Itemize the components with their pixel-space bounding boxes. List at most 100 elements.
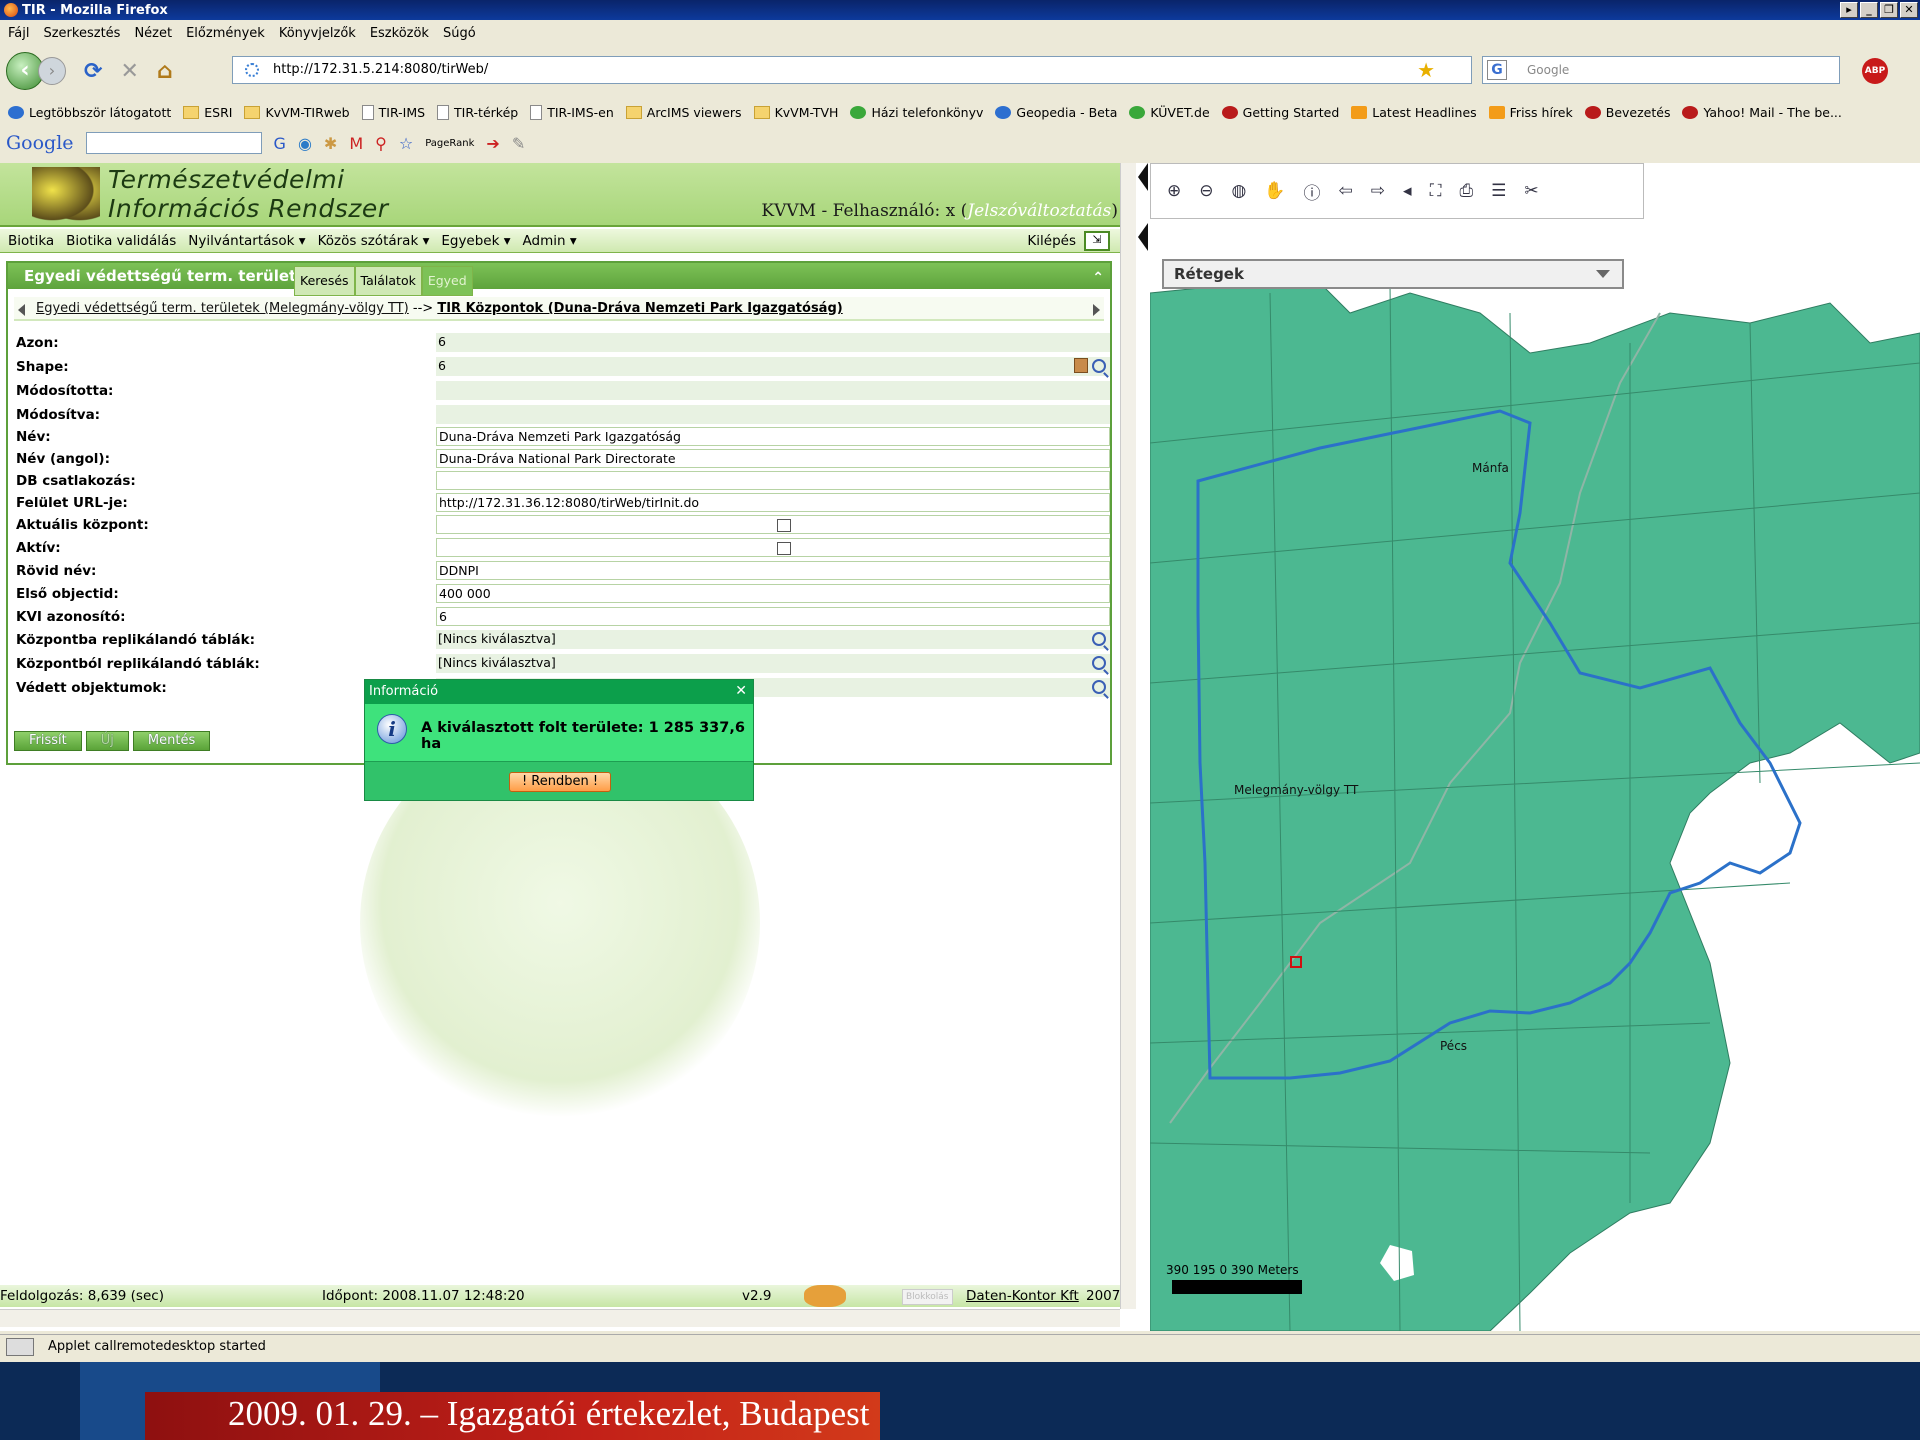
zoom-icon[interactable] (1092, 359, 1106, 373)
short-name-input[interactable]: DDNPI (436, 561, 1110, 580)
new-button[interactable]: Új (85, 731, 129, 751)
tab-item[interactable]: Egyed (421, 266, 473, 296)
collapse-left-icon[interactable] (1138, 223, 1148, 251)
adblock-icon[interactable]: ABP (1862, 58, 1888, 84)
measure-icon[interactable]: ✂ (1524, 181, 1538, 201)
search-input[interactable]: G Google (1482, 56, 1840, 84)
reload-icon[interactable]: ⟳ (84, 59, 102, 84)
refresh-button[interactable]: Frissít (14, 731, 82, 751)
stop-icon[interactable]: ✕ (120, 59, 138, 84)
layers-icon[interactable]: ☰ (1491, 181, 1506, 201)
maximize-button[interactable]: ❐ (1880, 2, 1898, 18)
bookmark-item[interactable]: Friss hírek (1488, 105, 1573, 120)
bookmark-item[interactable]: Bevezetés (1584, 105, 1670, 120)
change-password-link[interactable]: Jelszóváltoztatás (967, 201, 1111, 221)
map-pin-icon[interactable]: ⚲ (375, 134, 387, 153)
google-search-icon[interactable]: G (274, 134, 286, 153)
menu-history[interactable]: Előzmények (186, 26, 265, 41)
gmail-icon[interactable]: M (349, 134, 363, 153)
breadcrumb-current[interactable]: TIR Központok (Duna-Dráva Nemzeti Park I… (437, 301, 842, 316)
tab-search[interactable]: Keresés (294, 266, 355, 296)
tab-results[interactable]: Találatok (354, 266, 422, 296)
bookmark-item[interactable]: Yahoo! Mail - The be... (1682, 105, 1842, 120)
zoom-out-icon[interactable]: ⊖ (1199, 181, 1213, 201)
bookmark-folder[interactable]: KvVM-TVH (753, 105, 838, 120)
nav-biotika[interactable]: Biotika (8, 233, 54, 249)
chevron-down-icon[interactable] (1596, 270, 1610, 278)
prev-arrow-icon[interactable] (18, 304, 25, 316)
minimize-button[interactable]: _ (1860, 2, 1878, 18)
url-input[interactable]: http://172.31.5.214:8080/tirWeb/ ★ (232, 56, 1472, 84)
close-icon[interactable]: ✕ (735, 683, 747, 699)
menu-edit[interactable]: Szerkesztés (43, 26, 120, 41)
collapse-icon[interactable]: ⌃ (1092, 265, 1104, 291)
bookmark-item[interactable]: Getting Started (1221, 105, 1339, 120)
bookmark-item[interactable]: TIR-térkép (437, 104, 518, 120)
restore-button[interactable]: ▸ (1840, 2, 1858, 18)
bookmark-item[interactable]: Legtöbbször látogatott (8, 105, 171, 120)
kvi-id-input[interactable]: 6 (436, 607, 1110, 626)
google-search-input[interactable] (85, 132, 262, 154)
previous-icon[interactable]: ◂ (1403, 181, 1412, 201)
save-button[interactable]: Mentés (132, 731, 211, 751)
nav-admin[interactable]: Admin ▾ (523, 233, 577, 249)
bookmark-folder[interactable]: ArcIMS viewers (625, 105, 742, 120)
home-icon[interactable]: ⌂ (157, 59, 173, 84)
select-box-icon[interactable]: ⛶ (1430, 181, 1442, 201)
bookmark-item[interactable]: Geopedia - Beta (995, 105, 1117, 120)
company-link[interactable]: Daten-Kontor Kft (966, 1285, 1079, 1307)
bookmark-item[interactable]: TIR-IMS-en (530, 104, 614, 120)
db-connection-input[interactable] (436, 471, 1110, 490)
search-icon[interactable] (1092, 680, 1106, 694)
horizontal-scrollbar[interactable] (0, 1309, 1120, 1327)
send-to-icon[interactable]: ➔ (486, 134, 499, 153)
current-center-checkbox[interactable] (777, 519, 791, 532)
bookmark-folder[interactable]: ESRI (183, 105, 232, 120)
menu-tools[interactable]: Eszközök (370, 26, 429, 41)
menu-help[interactable]: Súgó (443, 26, 476, 41)
layers-dropdown[interactable]: Rétegek (1162, 259, 1624, 289)
pan-hand-icon[interactable]: ✋ (1264, 181, 1285, 201)
zoom-in-icon[interactable]: ⊕ (1167, 181, 1181, 201)
logout-link[interactable]: Kilépés (1027, 233, 1076, 249)
identify-icon[interactable]: ⓘ (1304, 179, 1321, 204)
active-checkbox[interactable] (777, 542, 791, 555)
print-icon[interactable]: ⎙ (1459, 181, 1473, 201)
search-engine-icon[interactable]: G (1487, 60, 1507, 80)
url-field[interactable]: http://172.31.36.12:8080/tirWeb/tirInit.… (436, 493, 1110, 512)
back-extent-icon[interactable]: ⇦ (1339, 181, 1353, 201)
bookmark-item[interactable]: KÜVET.de (1129, 105, 1210, 120)
map-canvas[interactable] (1150, 163, 1920, 1331)
zoom-extent-icon[interactable]: ◍ (1232, 181, 1247, 201)
bookmark-star-icon[interactable]: ★ (1417, 57, 1435, 83)
first-objectid-input[interactable]: 400 000 (436, 584, 1110, 603)
pane-divider[interactable] (1136, 163, 1150, 1331)
nav-dictionaries[interactable]: Közös szótárak ▾ (318, 233, 430, 249)
menu-view[interactable]: Nézet (134, 26, 172, 41)
name-en-input[interactable]: Duna-Dráva National Park Directorate (436, 449, 1110, 468)
collapse-left-icon[interactable] (1138, 163, 1148, 191)
globe-icon[interactable]: ◉ (298, 134, 312, 153)
puzzle-icon[interactable]: ✱ (324, 134, 337, 153)
bookmark-item[interactable]: Házi telefonkönyv (850, 105, 983, 120)
name-input[interactable]: Duna-Dráva Nemzeti Park Igazgatóság (436, 427, 1110, 446)
bookmark-folder[interactable]: KvVM-TIRweb (244, 105, 350, 120)
vertical-scrollbar[interactable] (1120, 163, 1136, 1309)
bookmark-star-icon[interactable]: ☆ (399, 134, 413, 153)
breadcrumb-parent-link[interactable]: Egyedi védettségű term. területek (Meleg… (36, 301, 409, 316)
close-button[interactable]: ✕ (1900, 2, 1918, 18)
nav-biotika-validation[interactable]: Biotika validálás (66, 233, 176, 249)
menu-bookmarks[interactable]: Könyvjelzők (279, 26, 356, 41)
forward-extent-icon[interactable]: ⇨ (1371, 181, 1385, 201)
next-arrow-icon[interactable] (1093, 304, 1100, 316)
bookmark-item[interactable]: TIR-IMS (361, 104, 425, 120)
search-icon[interactable] (1092, 656, 1106, 670)
search-icon[interactable] (1092, 632, 1106, 646)
nav-other[interactable]: Egyebek ▾ (441, 233, 510, 249)
exit-icon[interactable]: ⇲ (1084, 231, 1110, 251)
pencil-icon[interactable]: ✎ (512, 134, 525, 153)
map-view[interactable]: ⊕ ⊖ ◍ ✋ ⓘ ⇦ ⇨ ◂ ⛶ ⎙ ☰ ✂ Rétegek Melegmán… (1150, 163, 1920, 1331)
ok-button[interactable]: ! Rendben ! (509, 772, 611, 792)
menu-file[interactable]: Fájl (8, 26, 29, 41)
nav-records[interactable]: Nyilvántartások ▾ (188, 233, 305, 249)
